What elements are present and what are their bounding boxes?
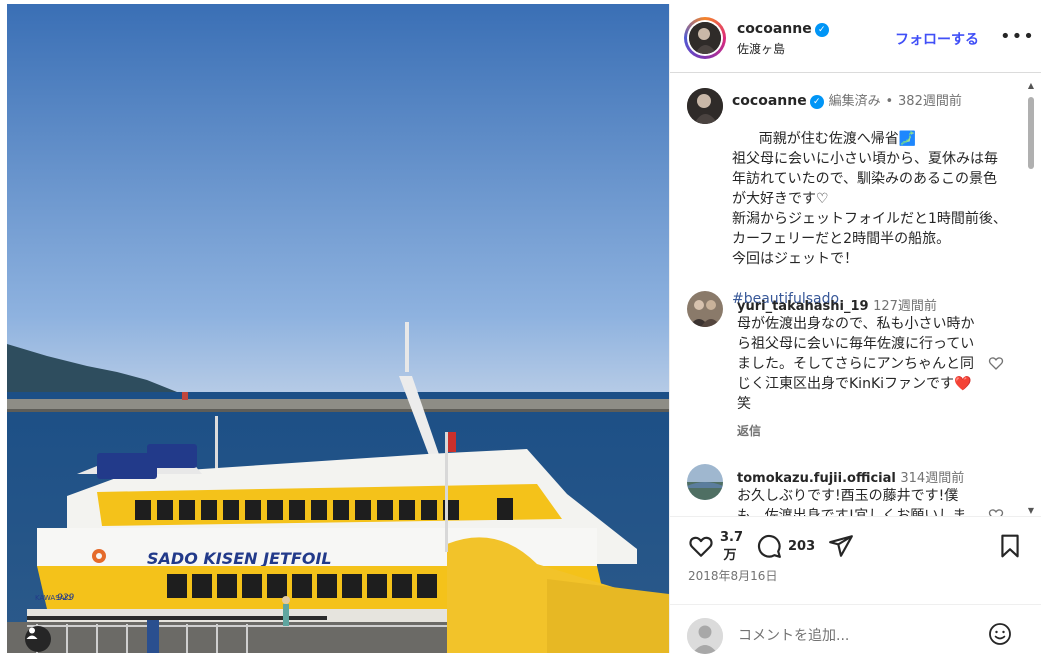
comment-like-heart-icon[interactable] — [988, 507, 1004, 516]
likes-count-number: 3.7 — [720, 530, 744, 545]
comments-scrollbar[interactable]: ▲ ▼ — [1026, 81, 1036, 515]
comment-time[interactable]: 314週間前 — [900, 471, 964, 486]
author-avatar[interactable] — [684, 17, 726, 59]
comment-avatar[interactable] — [687, 291, 723, 327]
comment-username[interactable]: yuri_takahashi_19 — [737, 299, 869, 314]
follow-button[interactable]: フォローする — [895, 29, 979, 49]
current-user-avatar — [687, 618, 723, 654]
post-header: cocoanne ✓ 佐渡ヶ島 フォローする ••• — [670, 4, 1041, 73]
comment-time[interactable]: 127週間前 — [873, 299, 937, 314]
author-username-text[interactable]: cocoanne — [737, 21, 812, 37]
comment-header: tomokazu.fujii.official 314週間前 — [737, 467, 964, 486]
caption-header: cocoanne ✓ 編集済み • 382週間前 — [732, 90, 962, 109]
comments-count[interactable]: 203 — [788, 539, 815, 554]
post-photo[interactable]: SADO KISEN JETFOIL KAWASAKI 929 — [7, 4, 669, 653]
post-date[interactable]: 2018年8月16日 — [688, 567, 777, 584]
scroll-up-arrow-icon[interactable]: ▲ — [1026, 81, 1036, 90]
author-username[interactable]: cocoanne ✓ — [737, 21, 829, 37]
default-avatar-icon — [687, 618, 723, 654]
reply-button[interactable]: 返信 — [737, 422, 761, 439]
user-tag-button[interactable] — [25, 626, 51, 652]
user-tag-icon — [26, 627, 38, 639]
comment-header: yuri_takahashi_19 127週間前 — [737, 295, 937, 314]
comment-avatar-image — [687, 291, 723, 327]
photo-scene: SADO KISEN JETFOIL KAWASAKI 929 — [7, 4, 669, 653]
caption-text: 両親が住む佐渡へ帰省🗾 祖父母に会いに小さい頃から、夏休みは毎年訪れていたので、… — [732, 131, 1007, 267]
verified-badge-icon: ✓ — [814, 23, 829, 37]
comment-avatar-image — [687, 464, 723, 500]
caption-avatar[interactable] — [687, 88, 723, 124]
comment-avatar[interactable] — [687, 464, 723, 500]
caption-separator: • — [885, 94, 894, 109]
comment-text: 母が佐渡出身なので、私も小さい時から祖父母に会いに毎年佐渡に行っていました。そし… — [737, 316, 975, 412]
scroll-down-arrow-icon[interactable]: ▼ — [1026, 506, 1036, 515]
caption-username[interactable]: cocoanne — [732, 93, 807, 109]
bookmark-icon[interactable] — [997, 533, 1023, 559]
comment-username[interactable]: tomokazu.fujii.official — [737, 471, 896, 486]
scrollbar-thumb[interactable] — [1028, 97, 1034, 169]
post-detail-panel: cocoanne ✓ 佐渡ヶ島 フォローする ••• cocoanne ✓ 編集済み… — [669, 4, 1041, 654]
likes-count-unit: 万 — [723, 548, 737, 563]
likes-count[interactable]: 3.7 万 — [720, 529, 744, 565]
ship-number-text: 929 — [57, 593, 74, 603]
comment-like-heart-icon[interactable] — [988, 355, 1004, 371]
verified-badge-icon: ✓ — [809, 95, 824, 109]
emoji-icon[interactable] — [988, 622, 1012, 646]
post-location[interactable]: 佐渡ヶ島 — [737, 40, 785, 57]
comment-icon[interactable] — [756, 533, 782, 559]
like-heart-icon[interactable] — [688, 533, 714, 559]
caption-avatar-image — [687, 88, 723, 124]
share-icon[interactable] — [828, 533, 854, 559]
comments-scroll-area[interactable]: cocoanne ✓ 編集済み • 382週間前 両親が住む佐渡へ帰省🗾 祖父母に… — [670, 73, 1041, 516]
author-avatar-image — [689, 22, 721, 54]
caption-edited-label: 編集済み — [828, 94, 881, 109]
more-options-icon[interactable]: ••• — [1000, 26, 1035, 47]
comment-text: お久しぶりです!酉玉の藤井です!僕も、佐渡出身です!宜しくお願いします! — [737, 488, 967, 516]
add-comment-input[interactable]: コメントを追加... — [738, 625, 849, 645]
post-actions-bar: 3.7 万 203 2018年8月16日 — [670, 516, 1041, 605]
caption-time[interactable]: 382週間前 — [898, 94, 962, 109]
ship-name-text: SADO KISEN JETFOIL — [147, 549, 332, 568]
add-comment-bar: コメントを追加... — [670, 604, 1041, 654]
